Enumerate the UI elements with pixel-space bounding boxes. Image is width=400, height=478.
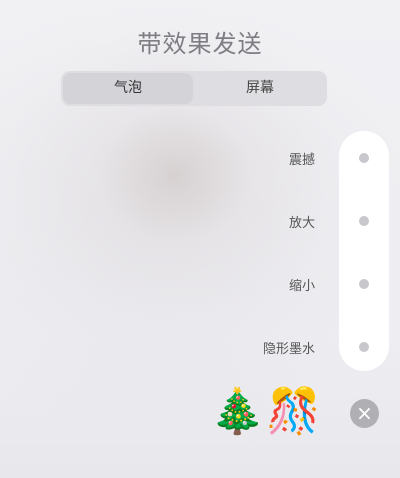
effect-label-loud[interactable]: 放大 xyxy=(289,212,315,231)
bubble-screen-switch: 气泡 屏幕 xyxy=(61,71,327,106)
effect-radio-slam[interactable] xyxy=(359,153,369,163)
effect-label-invisible-ink[interactable]: 隐形墨水 xyxy=(263,338,315,357)
close-icon[interactable]: × xyxy=(350,399,379,428)
effect-radio-gentle[interactable] xyxy=(359,279,369,289)
effect-label-gentle[interactable]: 缩小 xyxy=(289,275,315,294)
effect-selector-panel xyxy=(339,131,389,371)
effect-radio-loud[interactable] xyxy=(359,216,369,226)
tab-screen[interactable]: 屏幕 xyxy=(195,73,325,104)
effect-label-slam[interactable]: 震撼 xyxy=(289,149,315,168)
effect-radio-invisible-ink[interactable] xyxy=(359,342,369,352)
confetti-ball-icon: 🎊 xyxy=(266,386,321,437)
tab-bubble[interactable]: 气泡 xyxy=(63,73,193,104)
page-title: 带效果发送 xyxy=(137,30,263,58)
christmas-tree-icon: 🎄 xyxy=(210,386,265,437)
